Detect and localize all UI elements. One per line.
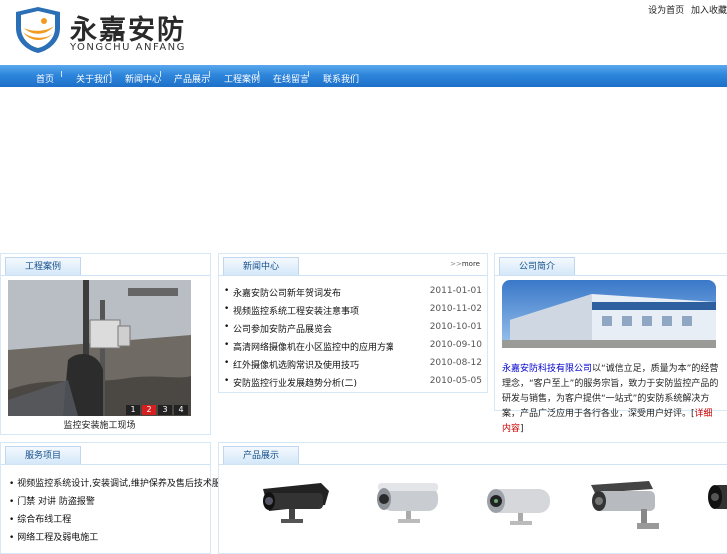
service-item[interactable]: • 门禁 对讲 防盗报警 <box>9 494 95 507</box>
news-title[interactable]: 公司参加安防产品展览会 <box>233 322 393 335</box>
nav-contact[interactable]: 联系我们 <box>323 72 359 85</box>
nav-separator <box>308 71 309 77</box>
service-panel-title: 服务项目 <box>5 446 81 465</box>
bullet-icon: • <box>9 479 15 489</box>
service-panel: 服务项目 • 视频监控系统设计,安装调试,维护保养及售后技术服务等一条龙服务 •… <box>0 442 284 554</box>
news-date: 2010-08-12 <box>429 358 482 368</box>
news-panel-title: 新闻中心 <box>223 257 299 276</box>
service-item[interactable]: • 网络工程及弱电施工 <box>9 530 98 543</box>
case-caption[interactable]: 监控安装施工现场 <box>8 418 191 431</box>
case-page-1[interactable]: 1 <box>126 405 140 415</box>
news-item[interactable]: • 安防监控行业发展趋势分析(二) 2010-05-05 <box>224 374 482 392</box>
case-page-3[interactable]: 3 <box>158 405 172 415</box>
nav-cases[interactable]: 工程案例 <box>224 72 260 85</box>
news-item[interactable]: • 永嘉安防公司新年贺词发布 2011-01-01 <box>224 284 482 302</box>
news-item[interactable]: • 公司参加安防产品展览会 2010-10-01 <box>224 320 482 338</box>
news-date: 2010-10-01 <box>429 322 482 332</box>
shield-logo-icon <box>16 7 60 53</box>
nav-separator <box>209 71 210 77</box>
top-links: 设为首页 加入收藏 <box>644 3 727 16</box>
case-page-4[interactable]: 4 <box>174 405 188 415</box>
case-page-2[interactable]: 2 <box>142 405 156 415</box>
company-building-photo[interactable] <box>502 280 716 348</box>
bullet-icon: • <box>224 286 230 296</box>
nav-news[interactable]: 新闻中心 <box>125 72 161 85</box>
product-camera-2[interactable] <box>374 479 444 541</box>
bullet-icon: • <box>224 322 230 332</box>
news-more-link[interactable]: >>more <box>450 260 480 268</box>
news-title[interactable]: 永嘉安防公司新年贺词发布 <box>233 286 393 299</box>
nav-separator <box>160 71 161 77</box>
bullet-icon: • <box>9 515 15 525</box>
product-panel-title: 产品展示 <box>223 446 299 465</box>
more-arrow-icon: >> <box>450 260 462 268</box>
product-camera-5[interactable] <box>699 479 727 529</box>
service-item[interactable]: • 综合布线工程 <box>9 512 71 525</box>
set-homepage-link[interactable]: 设为首页 <box>648 6 684 16</box>
add-favorite-link[interactable]: 加入收藏 <box>691 6 727 16</box>
news-panel: 新闻中心 >>more • 永嘉安防公司新年贺词发布 2011-01-01 • … <box>218 253 488 393</box>
bullet-icon: • <box>9 533 15 543</box>
bullet-icon: • <box>224 340 230 350</box>
news-date: 2010-09-10 <box>429 340 482 350</box>
nav-products[interactable]: 产品展示 <box>174 72 210 85</box>
news-title[interactable]: 红外摄像机选购常识及使用技巧 <box>233 358 393 371</box>
nav-separator <box>61 71 62 77</box>
news-date: 2010-11-02 <box>429 304 482 314</box>
brand-name-en: YONGCHU ANFANG <box>70 42 186 53</box>
bullet-icon: • <box>224 358 230 368</box>
nav-home[interactable]: 首页 <box>36 72 54 85</box>
product-camera-4[interactable] <box>589 479 669 541</box>
bullet-icon: • <box>224 376 230 386</box>
nav-about[interactable]: 关于我们 <box>76 72 112 85</box>
company-name-link[interactable]: 永嘉安防科技有限公司 <box>502 364 592 374</box>
case-photo[interactable] <box>8 280 191 416</box>
product-panel: 产品展示 <box>218 442 727 554</box>
product-camera-3[interactable] <box>484 481 556 539</box>
news-date: 2011-01-01 <box>429 286 482 296</box>
about-panel-title: 公司简介 <box>499 257 575 276</box>
nav-separator <box>110 71 111 77</box>
case-panel-title: 工程案例 <box>5 257 81 276</box>
news-title[interactable]: 视频监控系统工程安装注意事项 <box>233 304 393 317</box>
news-item[interactable]: • 高清网络摄像机在小区监控中的应用方案 2010-09-10 <box>224 338 482 356</box>
bullet-icon: • <box>9 497 15 507</box>
main-nav: 首页 关于我们 新闻中心 产品展示 工程案例 在线留言 联系我们 <box>0 65 727 87</box>
product-camera-1[interactable] <box>259 481 331 541</box>
nav-message[interactable]: 在线留言 <box>273 72 309 85</box>
news-date: 2010-05-05 <box>429 376 482 386</box>
news-title[interactable]: 高清网络摄像机在小区监控中的应用方案 <box>233 340 393 353</box>
news-title[interactable]: 安防监控行业发展趋势分析(二) <box>233 376 393 389</box>
news-item[interactable]: • 视频监控系统工程安装注意事项 2010-11-02 <box>224 302 482 320</box>
news-item[interactable]: • 红外摄像机选购常识及使用技巧 2010-08-12 <box>224 356 482 374</box>
nav-separator <box>258 71 259 77</box>
about-text: 永嘉安防科技有限公司以“诚信立足，质量为本”的经营理念，“客户至上”的服务宗旨，… <box>502 364 719 434</box>
bullet-icon: • <box>224 304 230 314</box>
